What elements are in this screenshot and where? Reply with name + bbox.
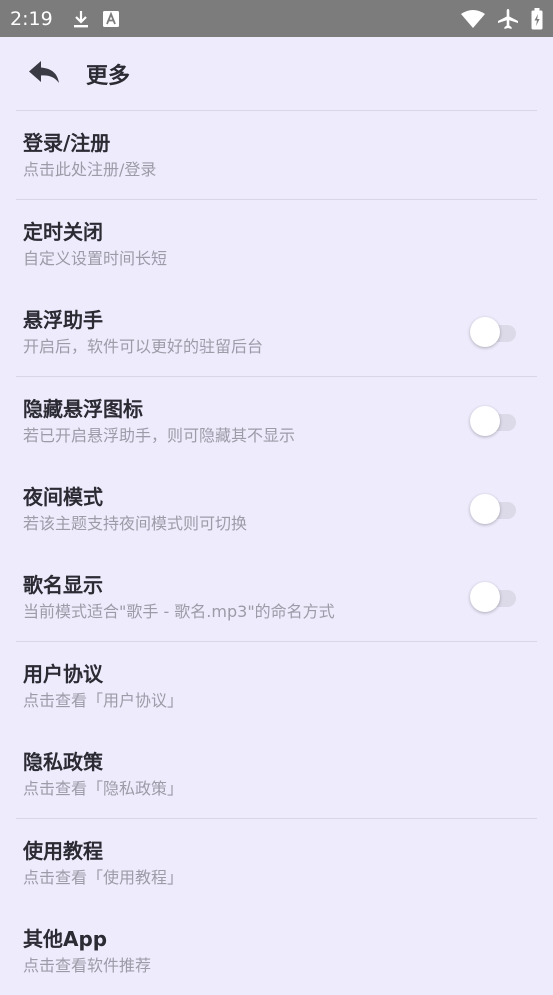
- item-title: 隐藏悬浮图标: [23, 396, 143, 421]
- item-title: 定时关闭: [23, 219, 103, 244]
- switch-thumb: [470, 494, 500, 524]
- list-item-floating-assistant[interactable]: 悬浮助手 开启后，软件可以更好的驻留后台: [16, 288, 537, 376]
- list-item-login-register[interactable]: 登录/注册 点击此处注册/登录: [16, 111, 537, 199]
- item-title: 隐私政策: [23, 749, 103, 774]
- item-title: 悬浮助手: [23, 307, 103, 332]
- back-button[interactable]: [16, 46, 72, 102]
- item-subtitle: 点击查看「隐私政策」: [23, 778, 184, 798]
- wifi-icon: [461, 9, 485, 28]
- list-item-hide-floating-icon[interactable]: 隐藏悬浮图标 若已开启悬浮助手，则可隐藏其不显示: [16, 377, 537, 465]
- item-title: 登录/注册: [23, 130, 111, 155]
- list-item-sleep-timer[interactable]: 定时关闭 自定义设置时间长短: [16, 200, 537, 288]
- status-bar: 2:19: [0, 0, 553, 37]
- song-name-display-switch[interactable]: [470, 582, 520, 612]
- list-item-song-name-display[interactable]: 歌名显示 当前模式适合"歌手 - 歌名.mp3"的命名方式: [16, 553, 537, 641]
- list-item-tutorial[interactable]: 使用教程 点击查看「使用教程」: [16, 819, 537, 907]
- page-title: 更多: [86, 64, 131, 89]
- battery-icon: [531, 7, 543, 30]
- list-item-user-agreement[interactable]: 用户协议 点击查看「用户协议」: [16, 642, 537, 730]
- switch-thumb: [470, 317, 500, 347]
- item-subtitle: 点击查看「使用教程」: [23, 867, 184, 887]
- switch-thumb: [470, 406, 500, 436]
- night-mode-switch[interactable]: [470, 494, 520, 524]
- item-title: 夜间模式: [23, 484, 103, 509]
- hide-floating-icon-switch[interactable]: [470, 406, 520, 436]
- item-title: 用户协议: [23, 661, 103, 686]
- list-item-privacy-policy[interactable]: 隐私政策 点击查看「隐私政策」: [16, 730, 537, 818]
- item-subtitle: 开启后，软件可以更好的驻留后台: [23, 336, 264, 356]
- item-title: 使用教程: [23, 838, 103, 863]
- item-subtitle: 当前模式适合"歌手 - 歌名.mp3"的命名方式: [23, 601, 335, 621]
- app-bar: 更多: [0, 37, 553, 111]
- a-badge-icon: [102, 10, 119, 27]
- item-subtitle: 若已开启悬浮助手，则可隐藏其不显示: [23, 425, 296, 445]
- switch-thumb: [470, 582, 500, 612]
- list-item-night-mode[interactable]: 夜间模式 若该主题支持夜间模式则可切换: [16, 465, 537, 553]
- status-time: 2:19: [10, 7, 53, 30]
- airplane-icon: [497, 8, 519, 30]
- settings-list: 登录/注册 点击此处注册/登录 定时关闭 自定义设置时间长短 悬浮助手 开启后，…: [16, 110, 537, 995]
- status-right-icons: [449, 7, 543, 30]
- floating-assistant-switch[interactable]: [470, 317, 520, 347]
- item-title: 其他App: [23, 926, 108, 951]
- item-subtitle: 点击此处注册/登录: [23, 159, 157, 179]
- download-icon: [73, 10, 89, 28]
- item-subtitle: 点击查看「用户协议」: [23, 690, 184, 710]
- item-subtitle: 若该主题支持夜间模式则可切换: [23, 513, 248, 533]
- item-title: 歌名显示: [23, 572, 103, 597]
- reply-arrow-icon: [28, 60, 60, 88]
- list-item-other-apps[interactable]: 其他App 点击查看软件推荐: [16, 907, 537, 995]
- item-subtitle: 点击查看软件推荐: [23, 955, 152, 975]
- item-subtitle: 自定义设置时间长短: [23, 248, 168, 268]
